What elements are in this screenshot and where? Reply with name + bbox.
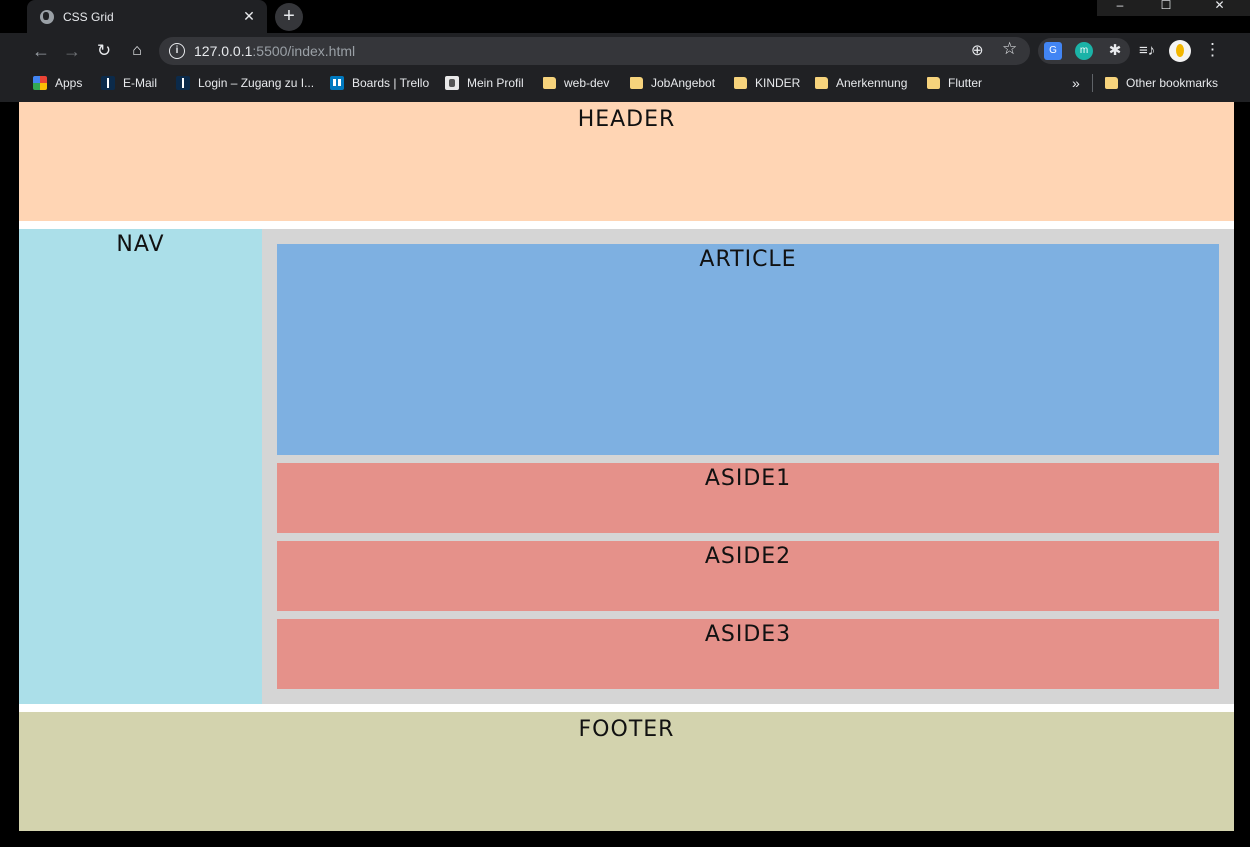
folder-icon bbox=[543, 77, 556, 89]
footer-title: FOOTER bbox=[578, 717, 675, 742]
article-title: ARTICLE bbox=[699, 247, 797, 272]
bookmark-label: web-dev bbox=[564, 76, 610, 90]
folder-icon bbox=[1105, 77, 1118, 89]
footer-region: FOOTER bbox=[19, 712, 1234, 831]
nav-title: NAV bbox=[116, 232, 165, 257]
folder-icon bbox=[815, 77, 828, 89]
bookmark-label: E-Mail bbox=[123, 76, 158, 90]
extensions-puzzle-icon[interactable]: ✱ bbox=[1106, 42, 1124, 60]
bookmarks-overflow-chevron-icon[interactable]: » bbox=[1072, 74, 1080, 92]
aside3-region: ASIDE3 bbox=[277, 619, 1219, 689]
bookmark-label: KINDER bbox=[755, 76, 801, 90]
profile-avatar[interactable] bbox=[1169, 40, 1191, 62]
bookmarks-bar: Apps E-Mail Login – Zugang zu I... Board… bbox=[0, 69, 1250, 97]
zoom-icon[interactable]: ⊕ bbox=[971, 41, 984, 59]
browser-toolbar: ← → ↻ ⌂ i 127.0.0.1:5500/index.html ⊕ ☆ … bbox=[0, 33, 1250, 69]
reload-icon[interactable]: ↻ bbox=[93, 40, 115, 62]
bookmark-label: Flutter bbox=[948, 76, 983, 90]
header-region: HEADER bbox=[19, 102, 1234, 221]
crest-icon bbox=[445, 76, 459, 90]
bookmark-flutter[interactable]: Flutter bbox=[927, 74, 982, 92]
bookmark-label: Mein Profil bbox=[467, 76, 524, 90]
minimize-button[interactable]: – bbox=[1097, 0, 1143, 16]
bookmark-email[interactable]: E-Mail bbox=[101, 74, 157, 92]
nav-region: NAV bbox=[19, 229, 262, 704]
url-path: :5500/index.html bbox=[252, 43, 356, 59]
bookmark-trello[interactable]: Boards | Trello bbox=[330, 74, 429, 92]
bookmark-label: Boards | Trello bbox=[352, 76, 430, 90]
folder-icon bbox=[927, 77, 940, 89]
bookmark-label: Anerkennung bbox=[836, 76, 908, 90]
aside2-region: ASIDE2 bbox=[277, 541, 1219, 611]
ionos-icon bbox=[176, 76, 190, 90]
close-tab-icon[interactable]: ✕ bbox=[241, 8, 257, 25]
bookmark-web-dev[interactable]: web-dev bbox=[543, 74, 609, 92]
menu-kebab-icon[interactable]: ⋮ bbox=[1204, 40, 1221, 60]
bookmark-anerkennung[interactable]: Anerkennung bbox=[815, 74, 907, 92]
maximize-button[interactable]: ☐ bbox=[1143, 0, 1189, 16]
bookmark-kinder[interactable]: KINDER bbox=[734, 74, 800, 92]
globe-icon bbox=[40, 9, 54, 24]
bookmark-jobangebot[interactable]: JobAngebot bbox=[630, 74, 715, 92]
aside3-title: ASIDE3 bbox=[704, 622, 792, 647]
bookmark-label: Login – Zugang zu I... bbox=[198, 76, 315, 90]
m-extension-icon[interactable]: m bbox=[1075, 42, 1093, 60]
folder-icon bbox=[630, 77, 643, 89]
bookmark-label: JobAngebot bbox=[651, 76, 716, 90]
close-window-button[interactable]: ✕ bbox=[1189, 0, 1250, 16]
trello-icon bbox=[330, 76, 344, 90]
bookmark-star-icon[interactable]: ☆ bbox=[1002, 39, 1017, 59]
other-bookmarks[interactable]: Other bookmarks bbox=[1105, 74, 1218, 92]
aside2-title: ASIDE2 bbox=[704, 544, 792, 569]
apps-icon bbox=[33, 76, 47, 90]
new-tab-button[interactable]: + bbox=[275, 3, 303, 31]
address-bar[interactable]: i 127.0.0.1:5500/index.html ⊕ ☆ bbox=[159, 37, 1030, 65]
article-region: ARTICLE bbox=[277, 244, 1219, 455]
bookmark-mein-profil[interactable]: Mein Profil bbox=[445, 74, 524, 92]
media-control-icon[interactable]: ≡♪ bbox=[1139, 42, 1155, 59]
folder-icon bbox=[734, 77, 747, 89]
bookmark-apps[interactable]: Apps bbox=[33, 74, 82, 92]
aside1-title: ASIDE1 bbox=[704, 466, 792, 491]
url-host: 127.0.0.1 bbox=[194, 43, 253, 59]
back-arrow-icon[interactable]: ← bbox=[30, 40, 52, 62]
forward-arrow-icon[interactable]: → bbox=[61, 40, 83, 62]
ionos-icon bbox=[101, 76, 115, 90]
url-text[interactable]: 127.0.0.1:5500/index.html bbox=[194, 43, 355, 59]
site-info-icon[interactable]: i bbox=[169, 43, 185, 59]
main-region: ARTICLE ASIDE1 ASIDE2 ASIDE3 bbox=[262, 229, 1234, 704]
tab-title: CSS Grid bbox=[63, 9, 114, 24]
extensions-group: G m ✱ bbox=[1038, 38, 1130, 64]
header-title: HEADER bbox=[577, 107, 676, 132]
browser-chrome: CSS Grid ✕ + – ☐ ✕ ← → ↻ ⌂ i 127.0.0.1:5… bbox=[0, 0, 1250, 102]
bookmark-label: Other bookmarks bbox=[1126, 76, 1219, 90]
bookmark-label: Apps bbox=[55, 76, 83, 90]
tab-strip: CSS Grid ✕ + – ☐ ✕ bbox=[0, 0, 1250, 33]
page-viewport: HEADER NAV ARTICLE ASIDE1 ASIDE2 ASIDE3 … bbox=[19, 102, 1234, 831]
home-icon[interactable]: ⌂ bbox=[126, 40, 148, 62]
bookmarks-divider bbox=[1092, 74, 1093, 92]
browser-tab[interactable]: CSS Grid ✕ bbox=[27, 0, 267, 33]
aside1-region: ASIDE1 bbox=[277, 463, 1219, 533]
bookmark-login[interactable]: Login – Zugang zu I... bbox=[176, 74, 314, 92]
translate-extension-icon[interactable]: G bbox=[1044, 42, 1062, 60]
